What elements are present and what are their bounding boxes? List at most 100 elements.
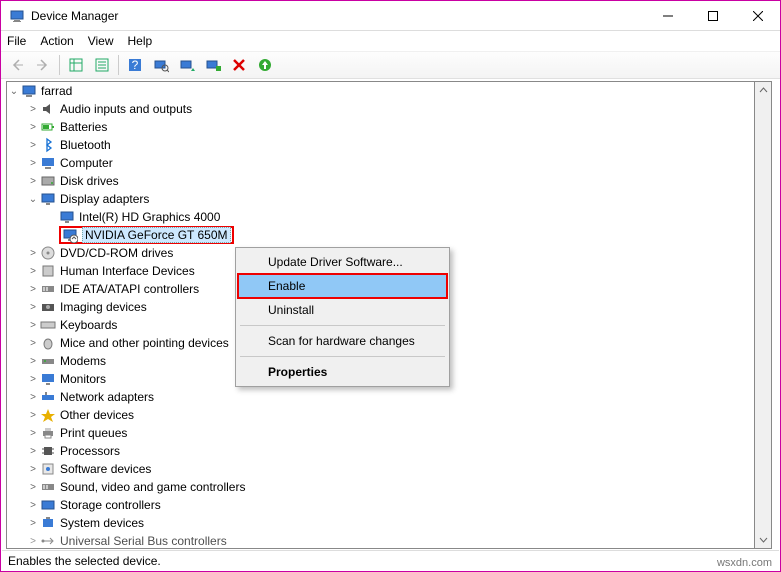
menu-help[interactable]: Help bbox=[128, 34, 153, 48]
svg-text:?: ? bbox=[132, 58, 139, 72]
device-category-icon bbox=[40, 335, 56, 351]
tree-child-selected[interactable]: NVIDIA GeForce GT 650M bbox=[7, 226, 754, 244]
tree-node-label: DVD/CD-ROM drives bbox=[60, 246, 173, 260]
tree-node[interactable]: > Disk drives bbox=[7, 172, 754, 190]
tree-root[interactable]: ⌄ farrad bbox=[7, 82, 754, 100]
context-menu-item[interactable]: Update Driver Software... bbox=[238, 250, 447, 274]
tree-node[interactable]: > Audio inputs and outputs bbox=[7, 100, 754, 118]
chevron-right-icon[interactable]: > bbox=[26, 302, 40, 313]
vertical-scrollbar[interactable] bbox=[755, 81, 772, 549]
display-adapter-icon bbox=[59, 209, 75, 225]
scan-hardware-button[interactable] bbox=[149, 53, 173, 77]
tree-node[interactable]: > Storage controllers bbox=[7, 496, 754, 514]
chevron-down-icon[interactable]: ⌄ bbox=[26, 194, 40, 205]
chevron-right-icon[interactable]: > bbox=[26, 518, 40, 529]
tree-node[interactable]: > Print queues bbox=[7, 424, 754, 442]
device-category-icon bbox=[40, 371, 56, 387]
device-category-icon bbox=[40, 443, 56, 459]
device-category-icon bbox=[40, 533, 56, 549]
tree-node-label: Human Interface Devices bbox=[60, 264, 195, 278]
add-legacy-button[interactable] bbox=[253, 53, 277, 77]
tree-node[interactable]: > Computer bbox=[7, 154, 754, 172]
menu-file[interactable]: File bbox=[7, 34, 26, 48]
chevron-right-icon[interactable]: > bbox=[26, 374, 40, 385]
chevron-right-icon[interactable]: > bbox=[26, 140, 40, 151]
watermark: wsxdn.com bbox=[717, 557, 772, 569]
context-menu-label: Properties bbox=[268, 365, 327, 379]
context-menu-label: Uninstall bbox=[268, 303, 314, 317]
chevron-right-icon[interactable]: > bbox=[26, 410, 40, 421]
device-category-icon bbox=[40, 461, 56, 477]
properties-button[interactable] bbox=[90, 53, 114, 77]
uninstall-button[interactable] bbox=[227, 53, 251, 77]
computer-icon bbox=[21, 83, 37, 99]
tree-node[interactable]: > Software devices bbox=[7, 460, 754, 478]
chevron-right-icon[interactable]: > bbox=[26, 158, 40, 169]
back-button[interactable] bbox=[5, 53, 29, 77]
tree-node[interactable]: > Processors bbox=[7, 442, 754, 460]
device-category-icon bbox=[40, 479, 56, 495]
help-button[interactable]: ? bbox=[123, 53, 147, 77]
device-category-icon bbox=[40, 317, 56, 333]
menu-view[interactable]: View bbox=[88, 34, 114, 48]
tree-node-label: Keyboards bbox=[60, 318, 117, 332]
chevron-right-icon[interactable]: > bbox=[26, 284, 40, 295]
tree-node-label: Sound, video and game controllers bbox=[60, 480, 245, 494]
chevron-right-icon[interactable]: > bbox=[26, 176, 40, 187]
chevron-right-icon[interactable]: > bbox=[26, 338, 40, 349]
device-category-icon bbox=[40, 191, 56, 207]
chevron-right-icon[interactable]: > bbox=[26, 320, 40, 331]
tree-node-label: Imaging devices bbox=[60, 300, 147, 314]
maximize-button[interactable] bbox=[690, 1, 735, 30]
close-button[interactable] bbox=[735, 1, 780, 30]
menu-separator bbox=[240, 325, 445, 326]
tree-child[interactable]: Intel(R) HD Graphics 4000 bbox=[7, 208, 754, 226]
context-menu-label: Enable bbox=[268, 279, 305, 293]
tree-child-label: NVIDIA GeForce GT 650M bbox=[82, 227, 231, 243]
tree-node[interactable]: > Other devices bbox=[7, 406, 754, 424]
context-menu-item[interactable]: Enable bbox=[238, 274, 447, 298]
scroll-up-icon[interactable] bbox=[755, 82, 771, 99]
chevron-right-icon[interactable]: > bbox=[26, 266, 40, 277]
tree-node[interactable]: > System devices bbox=[7, 514, 754, 532]
tree-node[interactable]: > Universal Serial Bus controllers bbox=[7, 532, 754, 549]
tree-node[interactable]: ⌄ Display adapters bbox=[7, 190, 754, 208]
minimize-button[interactable] bbox=[645, 1, 690, 30]
device-category-icon bbox=[40, 353, 56, 369]
chevron-right-icon[interactable]: > bbox=[26, 356, 40, 367]
chevron-right-icon[interactable]: > bbox=[26, 482, 40, 493]
context-menu-item[interactable]: Properties bbox=[238, 360, 447, 384]
device-category-icon bbox=[40, 407, 56, 423]
tree-node[interactable]: > Sound, video and game controllers bbox=[7, 478, 754, 496]
device-category-icon bbox=[40, 515, 56, 531]
chevron-right-icon[interactable]: > bbox=[26, 248, 40, 259]
menu-action[interactable]: Action bbox=[40, 34, 73, 48]
forward-button[interactable] bbox=[31, 53, 55, 77]
display-adapter-icon bbox=[62, 227, 78, 243]
device-category-icon bbox=[40, 137, 56, 153]
window-title: Device Manager bbox=[31, 9, 118, 23]
chevron-right-icon[interactable]: > bbox=[26, 500, 40, 511]
tree-node-label: Audio inputs and outputs bbox=[60, 102, 192, 116]
scroll-down-icon[interactable] bbox=[755, 531, 771, 548]
chevron-right-icon[interactable]: > bbox=[26, 428, 40, 439]
chevron-right-icon[interactable]: > bbox=[26, 536, 40, 547]
chevron-right-icon[interactable]: > bbox=[26, 122, 40, 133]
update-driver-button[interactable] bbox=[175, 53, 199, 77]
tree-node[interactable]: > Network adapters bbox=[7, 388, 754, 406]
menubar: File Action View Help bbox=[1, 31, 780, 51]
tree-node-label: Storage controllers bbox=[60, 498, 161, 512]
chevron-right-icon[interactable]: > bbox=[26, 446, 40, 457]
device-category-icon bbox=[40, 101, 56, 117]
show-hide-console-button[interactable] bbox=[64, 53, 88, 77]
chevron-right-icon[interactable]: > bbox=[26, 392, 40, 403]
context-menu-item[interactable]: Scan for hardware changes bbox=[238, 329, 447, 353]
tree-node[interactable]: > Batteries bbox=[7, 118, 754, 136]
enable-device-button[interactable] bbox=[201, 53, 225, 77]
tree-node[interactable]: > Bluetooth bbox=[7, 136, 754, 154]
tree-node-label: Monitors bbox=[60, 372, 106, 386]
context-menu-item[interactable]: Uninstall bbox=[238, 298, 447, 322]
context-menu: Update Driver Software... Enable Uninstall… bbox=[235, 247, 450, 387]
chevron-right-icon[interactable]: > bbox=[26, 464, 40, 475]
chevron-right-icon[interactable]: > bbox=[26, 104, 40, 115]
